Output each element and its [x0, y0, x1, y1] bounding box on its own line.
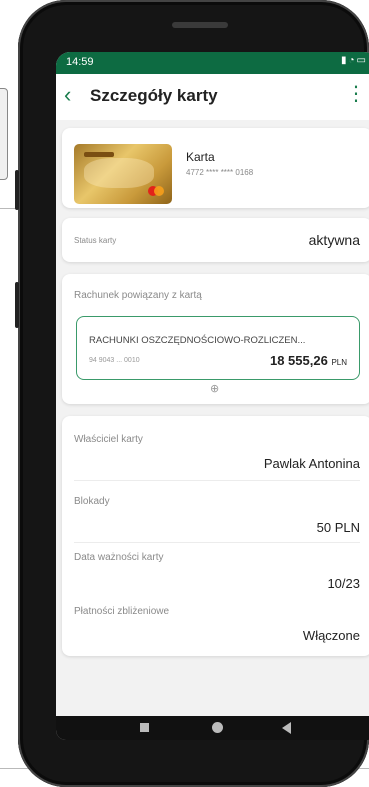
card-summary: Karta 4772 **** **** 0168	[62, 128, 369, 208]
card-image	[74, 144, 172, 204]
expiry-value: 10/23	[327, 576, 360, 591]
account-number: 94 9043 ... 0010	[89, 357, 140, 364]
background-device-edge	[0, 88, 8, 180]
nav-back-icon[interactable]	[282, 722, 291, 734]
divider	[74, 480, 360, 481]
recent-apps-icon[interactable]	[140, 723, 149, 732]
card-details-section: Właściciel karty Pawlak Antonina Blokady…	[62, 416, 369, 656]
phone-speaker	[172, 22, 228, 28]
account-currency: PLN	[331, 358, 347, 367]
card-logo-strip	[84, 152, 114, 157]
account-balance-amount: 18 555,26	[269, 353, 328, 368]
card-world-map	[84, 158, 154, 188]
linked-account-heading: Rachunek powiązany z kartą	[74, 290, 202, 301]
status-label: Status karty	[74, 236, 117, 245]
owner-value: Pawlak Antonina	[263, 456, 360, 471]
power-button	[15, 282, 19, 328]
app-header: ‹ Szczegóły karty ⋮	[56, 74, 369, 120]
phone-frame: 14:59 ▮◔▭ ‹ Szczegóły karty ⋮ Karta 4772…	[15, 0, 369, 787]
account-name: RACHUNKI OSZCZĘDNOŚCIOWO-ROZLICZEN...	[89, 335, 306, 346]
status-bar: 14:59 ▮◔▭	[56, 52, 369, 74]
blocks-value: 50 PLN	[316, 520, 360, 535]
expand-plus-icon[interactable]: ⊕	[210, 382, 219, 395]
card-name: Karta	[186, 150, 215, 164]
back-arrow-icon[interactable]: ‹	[64, 83, 71, 107]
linked-account-tile[interactable]: RACHUNKI OSZCZĘDNOŚCIOWO-ROZLICZEN... 94…	[76, 316, 360, 380]
contactless-label: Płatności zbliżeniowe	[74, 606, 170, 617]
owner-label: Właściciel karty	[74, 434, 143, 445]
status-icons: ▮◔▭	[341, 55, 368, 66]
page-title: Szczegóły karty	[90, 86, 218, 105]
home-icon[interactable]	[212, 722, 223, 733]
volume-button	[15, 170, 19, 210]
expiry-label: Data ważności karty	[74, 552, 164, 563]
system-nav-bar	[56, 716, 369, 740]
app-screen: 14:59 ▮◔▭ ‹ Szczegóły karty ⋮ Karta 4772…	[56, 52, 369, 740]
blocks-label: Blokady	[74, 496, 110, 507]
card-number: 4772 **** **** 0168	[186, 168, 254, 177]
account-balance: 18 555,26 PLN	[270, 353, 347, 368]
status-time: 14:59	[66, 56, 94, 68]
more-menu-icon[interactable]: ⋮	[346, 82, 366, 106]
contactless-value: Włączone	[302, 628, 360, 643]
mastercard-logo-orange	[154, 186, 164, 196]
status-value: aktywna	[308, 232, 360, 248]
card-status-row: Status karty aktywna	[62, 218, 369, 262]
linked-account-section: Rachunek powiązany z kartą RACHUNKI OSZC…	[62, 274, 369, 404]
divider	[74, 542, 360, 543]
